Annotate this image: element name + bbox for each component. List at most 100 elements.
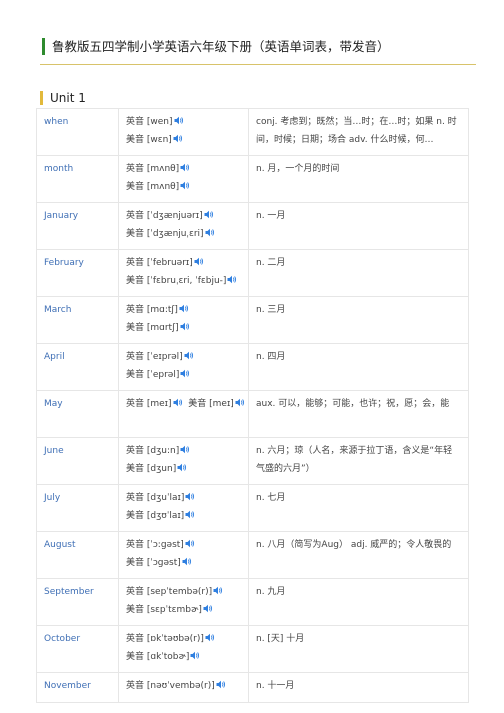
meaning-text: conj. 考虑到；既然；当…时；在…时；如果 n. 时间，时候；日期；场合 a…: [256, 117, 457, 145]
speaker-icon[interactable]: [180, 445, 190, 454]
meaning-text: n. 一月: [256, 211, 286, 221]
meaning-cell: conj. 考虑到；既然；当…时；在…时；如果 n. 时间，时候；日期；场合 a…: [248, 108, 469, 156]
uk-pronunciation: 英音 [mʌnθ]: [126, 160, 241, 178]
speaker-icon[interactable]: [185, 492, 195, 501]
us-phonetic: 美音 [ˈdʒænjuˌɛri]: [126, 229, 204, 239]
uk-pronunciation: 英音 [sepˈtembə(r)]: [126, 583, 241, 601]
table-row: January 英音 [ˈdʒænjuərɪ] 美音 [ˈdʒænjuˌɛri] n.…: [36, 202, 469, 250]
us-pronunciation: 美音 [mʌnθ]: [126, 178, 241, 196]
speaker-icon[interactable]: [185, 510, 195, 519]
uk-pronunciation: 英音 [wen]: [126, 113, 241, 131]
us-pronunciation: 美音 [ˈeprəl]: [126, 366, 241, 384]
speaker-icon[interactable]: [203, 604, 213, 613]
us-pronunciation: 美音 [wɛn]: [126, 131, 241, 149]
meaning-cell: n. 二月: [248, 249, 469, 297]
pronunciation-cell: 英音 [ˈfebruərɪ] 美音 [ˈfɛbruˌɛri, ˈfɛbju-]: [118, 249, 249, 297]
pronunciation-cell: 英音 [ɒkˈtəʊbə(r)] 美音 [ɑkˈtobɚ]: [118, 625, 249, 673]
word-cell: June: [36, 437, 119, 485]
uk-pronunciation: 英音 [nəʊˈvembə(r)]: [126, 677, 241, 695]
table-row: February 英音 [ˈfebruərɪ] 美音 [ˈfɛbruˌɛri, ˈf…: [36, 249, 469, 297]
word-cell: May: [36, 390, 119, 438]
uk-phonetic: 英音 [wen]: [126, 117, 173, 127]
us-pronunciation: 美音 [dʒʊˈlaɪ]: [126, 507, 241, 525]
word-cell: July: [36, 484, 119, 532]
table-row: when 英音 [wen] 美音 [wɛn] conj. 考虑到；既然；当…时；在…时…: [36, 108, 469, 156]
speaker-icon[interactable]: [185, 539, 195, 548]
us-phonetic: 美音 [dʒun]: [126, 464, 177, 474]
speaker-icon[interactable]: [204, 210, 214, 219]
uk-phonetic: 英音 [nəʊˈvembə(r)]: [126, 681, 215, 691]
speaker-icon[interactable]: [174, 116, 184, 125]
speaker-icon[interactable]: [173, 134, 183, 143]
vocabulary-table: when 英音 [wen] 美音 [wɛn] conj. 考虑到；既然；当…时；在…时…: [36, 108, 469, 703]
pronunciation-cell: 英音 [sepˈtembə(r)] 美音 [sɛpˈtɛmbɚ]: [118, 578, 249, 626]
us-pronunciation: 美音 [ˈfɛbruˌɛri, ˈfɛbju-]: [126, 272, 241, 290]
uk-phonetic: 英音 [dʒu:n]: [126, 446, 180, 456]
speaker-icon[interactable]: [177, 463, 187, 472]
speaker-icon[interactable]: [213, 586, 223, 595]
pronunciation-cell: 英音 [nəʊˈvembə(r)]: [118, 672, 249, 703]
meaning-text: n. 六月；琼（人名，来源于拉丁语，含义是“年轻气盛的六月”）: [256, 446, 453, 474]
speaker-icon[interactable]: [180, 181, 190, 190]
speaker-icon[interactable]: [190, 651, 200, 660]
speaker-icon[interactable]: [184, 351, 194, 360]
speaker-icon[interactable]: [182, 557, 192, 566]
uk-pronunciation: 英音 [ˈdʒænjuərɪ]: [126, 207, 241, 225]
speaker-icon[interactable]: [205, 228, 215, 237]
uk-phonetic: 英音 [ˈɔ:gəst]: [126, 540, 184, 550]
table-row: June 英音 [dʒu:n] 美音 [dʒun] n. 六月；琼（人名，来源于拉丁语…: [36, 437, 469, 485]
speaker-icon[interactable]: [173, 398, 183, 407]
table-row: March 英音 [mɑ:tʃ] 美音 [mɑrtʃ] n. 三月: [36, 296, 469, 344]
speaker-icon[interactable]: [205, 633, 215, 642]
uk-phonetic: 英音 [ˈfebruərɪ]: [126, 258, 193, 268]
us-pronunciation: 美音 [ɑkˈtobɚ]: [126, 648, 241, 666]
meaning-text: n. 十一月: [256, 681, 295, 691]
us-phonetic: 美音 [sɛpˈtɛmbɚ]: [126, 605, 202, 615]
word-cell: August: [36, 531, 119, 579]
word-cell: September: [36, 578, 119, 626]
meaning-text: n. 四月: [256, 352, 286, 362]
word-cell: month: [36, 155, 119, 203]
word-cell: March: [36, 296, 119, 344]
pronunciation-cell: 英音 [ˈdʒænjuərɪ] 美音 [ˈdʒænjuˌɛri]: [118, 202, 249, 250]
uk-pronunciation: 英音 [dʒu:n]: [126, 442, 241, 460]
meaning-cell: n. 八月（简写为Aug） adj. 威严的；令人敬畏的: [248, 531, 469, 579]
meaning-cell: n. 三月: [248, 296, 469, 344]
speaker-icon[interactable]: [235, 398, 245, 407]
uk-pronunciation: 英音 [ɒkˈtəʊbə(r)]: [126, 630, 241, 648]
meaning-text: n. 二月: [256, 258, 286, 268]
uk-pronunciation: 英音 [meɪ] 美音 [meɪ]: [126, 395, 244, 413]
uk-phonetic: 英音 [sepˈtembə(r)]: [126, 587, 213, 597]
us-pronunciation: 美音 [ˈɔgəst]: [126, 554, 241, 572]
unit-heading: Unit 1: [40, 91, 86, 105]
us-phonetic: 美音 [mʌnθ]: [126, 182, 180, 192]
uk-phonetic: 英音 [dʒuˈlaɪ]: [126, 493, 185, 503]
meaning-text: n. 三月: [256, 305, 286, 315]
meaning-cell: n. 一月: [248, 202, 469, 250]
speaker-icon[interactable]: [216, 680, 226, 689]
table-row: August 英音 [ˈɔ:gəst] 美音 [ˈɔgəst] n. 八月（简写为Au…: [36, 531, 469, 579]
table-row: month 英音 [mʌnθ] 美音 [mʌnθ] n. 月，一个月的时间: [36, 155, 469, 203]
speaker-icon[interactable]: [194, 257, 204, 266]
pronunciation-cell: 英音 [ˈeɪprəl] 美音 [ˈeprəl]: [118, 343, 249, 391]
speaker-icon[interactable]: [180, 163, 190, 172]
meaning-cell: n. 四月: [248, 343, 469, 391]
word-cell: January: [36, 202, 119, 250]
uk-phonetic: 英音 [mʌnθ]: [126, 164, 180, 174]
uk-phonetic: 英音 [ˈeɪprəl]: [126, 352, 183, 362]
speaker-icon[interactable]: [227, 275, 237, 284]
us-phonetic: 美音 [ɑkˈtobɚ]: [126, 652, 190, 662]
speaker-icon[interactable]: [180, 369, 190, 378]
pronunciation-cell: 英音 [wen] 美音 [wɛn]: [118, 108, 249, 156]
pronunciation-cell: 英音 [mʌnθ] 美音 [mʌnθ]: [118, 155, 249, 203]
meaning-text: n. 九月: [256, 587, 286, 597]
meaning-cell: n. 七月: [248, 484, 469, 532]
meaning-text: n. 月，一个月的时间: [256, 164, 340, 174]
word-cell: November: [36, 672, 119, 703]
speaker-icon[interactable]: [179, 304, 189, 313]
meaning-cell: n. [天] 十月: [248, 625, 469, 673]
table-row: October 英音 [ɒkˈtəʊbə(r)] 美音 [ɑkˈtobɚ] n. [天…: [36, 625, 469, 673]
speaker-icon[interactable]: [180, 322, 190, 331]
uk-phonetic: 英音 [ɒkˈtəʊbə(r)]: [126, 634, 204, 644]
us-pronunciation: 美音 [mɑrtʃ]: [126, 319, 241, 337]
